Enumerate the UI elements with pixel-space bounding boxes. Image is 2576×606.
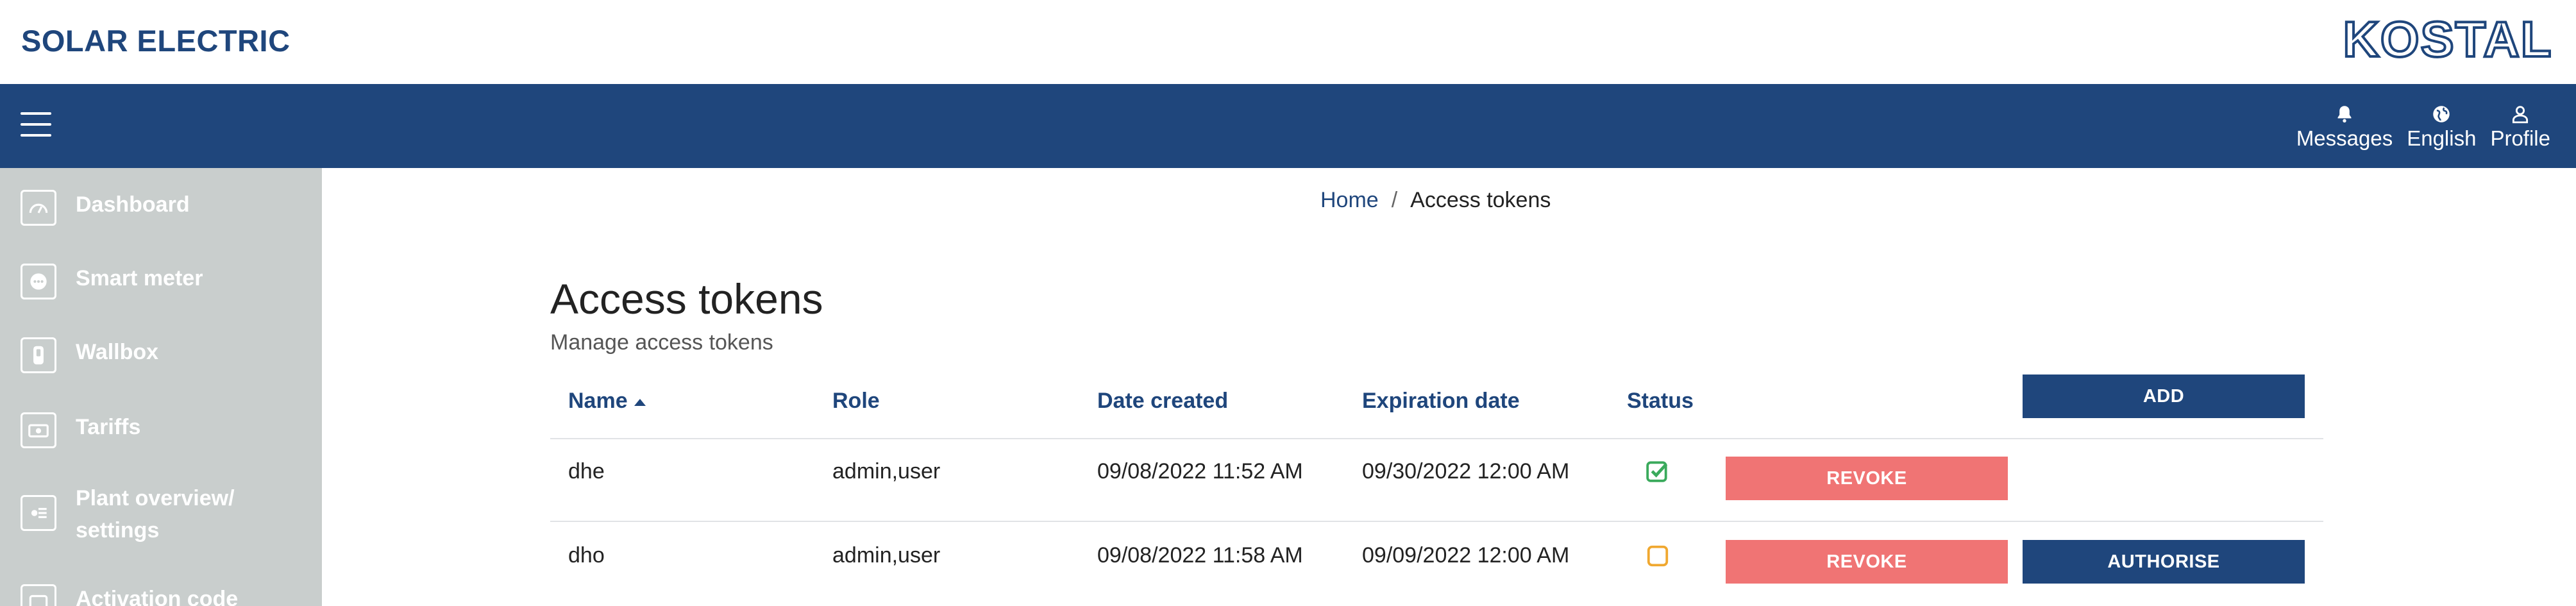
sidebar-item-label: Tariffs [76, 415, 141, 439]
cell-date-created: 09/08/2022 11:58 AM [1097, 543, 1303, 568]
page-title: Access tokens [550, 275, 823, 323]
authorise-button[interactable]: AUTHORISE [2023, 540, 2305, 584]
profile-button[interactable]: Profile [2490, 103, 2550, 151]
cell-name: dhe [568, 459, 605, 484]
cell-date-created: 09/08/2022 11:52 AM [1097, 459, 1303, 484]
globe-icon [2433, 106, 2450, 122]
top-nav-bar: Messages English Profile [0, 84, 2576, 168]
column-header-status: Status [1627, 389, 1694, 413]
breadcrumb-home-link[interactable]: Home [1320, 188, 1379, 212]
cell-name: dho [568, 543, 605, 568]
sidebar-item-label: Activation code [76, 587, 239, 606]
revoke-button[interactable]: REVOKE [1726, 540, 2008, 584]
kostal-logo: KOSTAL [2340, 13, 2555, 67]
sidebar-item-smart-meter[interactable]: Smart meter [0, 261, 322, 312]
messages-button[interactable]: Messages [2296, 103, 2393, 151]
activation-icon [21, 584, 56, 606]
cell-role: admin,user [832, 459, 941, 484]
sort-ascending-icon [634, 398, 646, 406]
wallbox-icon [21, 337, 56, 373]
column-header-date-created: Date created [1097, 389, 1229, 413]
table-divider [550, 521, 2323, 522]
breadcrumb: Home / Access tokens [1320, 188, 1551, 213]
column-header-role: Role [832, 389, 880, 413]
column-header-name[interactable]: Name [568, 389, 646, 414]
language-button[interactable]: English [2407, 103, 2476, 151]
sidebar-item-tariffs[interactable]: Tariffs [0, 410, 322, 461]
plant-icon [21, 495, 56, 531]
column-header-expiration-date: Expiration date [1362, 389, 1520, 413]
gauge-icon [21, 190, 56, 226]
messages-label: Messages [2296, 126, 2393, 150]
sidebar-item-label: Dashboard [76, 192, 190, 217]
meter-icon [21, 264, 56, 299]
sidebar-item-activation-code[interactable]: Activation code [0, 582, 322, 606]
sidebar-item-plant-overview[interactable]: Plant overview/ settings [0, 482, 322, 553]
tariff-icon [21, 412, 56, 448]
user-icon [2513, 106, 2529, 124]
sidebar-item-wallbox[interactable]: Wallbox [0, 335, 322, 386]
status-pending-icon [1647, 545, 1669, 567]
sidebar-item-label: Plant overview/ [76, 486, 235, 510]
cell-expiration-date: 09/30/2022 12:00 AM [1362, 459, 1570, 484]
add-token-button[interactable]: ADD [2023, 375, 2305, 418]
brand-bar: SOLAR ELECTRIC KOSTAL [0, 0, 2576, 84]
bell-icon [2337, 106, 2352, 123]
profile-label: Profile [2490, 126, 2550, 150]
sidebar-item-label: Wallbox [76, 340, 159, 364]
breadcrumb-separator: / [1391, 188, 1398, 212]
breadcrumb-current: Access tokens [1410, 188, 1551, 212]
column-header-name-label: Name [568, 389, 628, 413]
revoke-button[interactable]: REVOKE [1726, 457, 2008, 500]
sidebar: Dashboard Smart meter Wallbox Tariffs Pl… [0, 168, 322, 606]
svg-text:KOSTAL: KOSTAL [2343, 13, 2553, 67]
sidebar-item-dashboard[interactable]: Dashboard [0, 187, 322, 239]
nav-actions: Messages English Profile [2296, 103, 2550, 151]
page-subtitle: Manage access tokens [550, 330, 773, 355]
app-title: SOLAR ELECTRIC [21, 24, 290, 58]
status-authorised-icon [1646, 461, 1668, 482]
sidebar-item-label-line2: settings [76, 518, 160, 543]
cell-role: admin,user [832, 543, 941, 568]
cell-expiration-date: 09/09/2022 12:00 AM [1362, 543, 1570, 568]
table-divider [550, 438, 2323, 439]
language-label: English [2407, 126, 2477, 150]
sidebar-item-label: Smart meter [76, 266, 203, 290]
menu-toggle-button[interactable] [21, 112, 51, 138]
